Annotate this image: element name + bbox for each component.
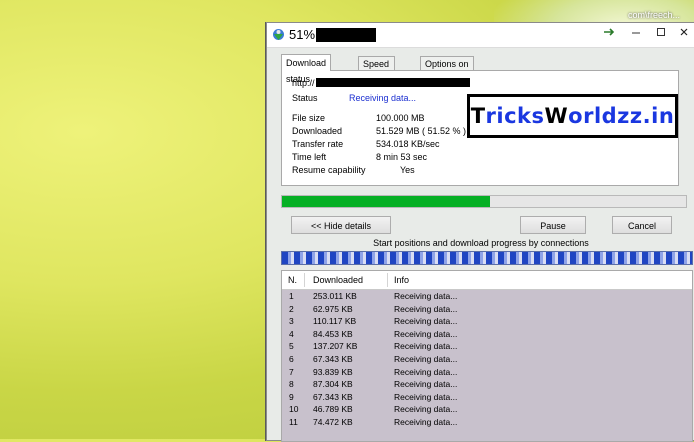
table-header: N. Downloaded Info [282,271,692,290]
file-size-value: 100.000 MB [376,113,425,123]
downloaded-value: 51.529 MB ( 51.52 % ) [376,126,467,136]
url-redaction [316,78,470,87]
table-row[interactable]: 4 84.453 KB Receiving data... [282,328,692,341]
close-icon[interactable] [675,25,693,43]
row-info: Receiving data... [394,416,458,427]
column-divider[interactable] [387,273,388,287]
row-info: Receiving data... [394,379,458,390]
window-title: 51% [289,27,316,42]
pin-icon[interactable] [600,26,618,44]
connections-progress-bar [281,251,693,265]
column-divider[interactable] [304,273,305,287]
row-info: Receiving data... [394,328,458,339]
row-number: 11 [289,416,298,427]
row-info: Receiving data... [394,353,458,364]
table-row[interactable]: 9 67.343 KB Receiving data... [282,391,692,404]
resume-capability-value: Yes [400,165,415,175]
table-row[interactable]: 10 46.789 KB Receiving data... [282,403,692,416]
row-number: 9 [289,391,294,402]
row-downloaded: 74.472 KB [313,416,353,427]
row-number: 3 [289,316,294,327]
row-number: 6 [289,353,294,364]
hide-details-button[interactable]: << Hide details [291,216,391,234]
table-row[interactable]: 6 67.343 KB Receiving data... [282,353,692,366]
tab-options-on-completion[interactable]: Options on completion [420,56,474,83]
row-info: Receiving data... [394,303,458,314]
row-downloaded: 137.207 KB [313,341,358,352]
row-number: 1 [289,291,294,301]
status-value: Receiving data... [349,93,417,103]
table-row[interactable]: 2 62.975 KB Receiving data... [282,303,692,316]
table-row[interactable]: 1 253.011 KB Receiving data... [282,290,692,303]
column-header-downloaded[interactable]: Downloaded [313,275,363,285]
row-downloaded: 67.343 KB [313,353,353,364]
watermark-part: .in [642,104,675,128]
row-number: 4 [289,328,294,339]
row-number: 2 [289,303,294,314]
transfer-rate-value: 534.018 KB/sec [376,139,440,149]
table-row[interactable]: 7 93.839 KB Receiving data... [282,366,692,379]
cancel-button[interactable]: Cancel [612,216,672,234]
transfer-rate-label: Transfer rate [292,139,344,149]
row-info: Receiving data... [394,391,458,402]
connections-caption: Start positions and download progress by… [373,238,589,248]
row-info: Receiving data... [394,366,458,377]
row-downloaded: 67.343 KB [313,391,353,402]
desktop-shortcut-label[interactable]: com\freech... [628,10,680,20]
column-header-info[interactable]: Info [394,275,409,285]
tab-speed-limiter[interactable]: Speed Limiter [358,56,395,83]
pause-button[interactable]: Pause [520,216,586,234]
row-info: Receiving data... [394,316,458,327]
row-number: 5 [289,341,294,352]
watermark-part: ricks [485,104,545,128]
time-left-value: 8 min 53 sec [376,152,428,162]
download-manager-icon [272,28,285,41]
resume-capability-label: Resume capability [292,165,366,175]
table-body: 1 253.011 KB Receiving data... 2 62.975 KB Re… [282,290,692,441]
row-downloaded: 62.975 KB [313,303,353,314]
row-downloaded: 110.117 KB [313,316,357,327]
progress-fill [282,196,491,207]
row-downloaded: 93.839 KB [313,366,353,377]
maximize-icon[interactable] [652,25,670,43]
file-size-label: File size [292,113,326,123]
status-label: Status [292,93,318,103]
row-downloaded: 46.789 KB [313,404,353,415]
time-left-label: Time left [292,152,327,162]
row-downloaded: 253.011 KB [313,291,357,301]
row-downloaded: 84.453 KB [313,328,353,339]
row-number: 10 [289,404,299,415]
table-row[interactable]: 5 137.207 KB Receiving data... [282,340,692,353]
title-redaction [316,28,376,42]
watermark-part: orldzz [568,104,643,128]
column-header-number[interactable]: N. [288,275,297,285]
tab-download-status[interactable]: Download status [281,54,332,84]
table-row[interactable]: 3 110.117 KB Receiving data... [282,315,692,328]
download-progress-bar [281,195,687,208]
watermark-part: W [544,104,569,128]
watermark-logo: Tricks Worldzz .in [467,94,678,138]
connections-table[interactable]: N. Downloaded Info 1 253.011 KB Receiving … [281,270,693,442]
row-info: Receiving data... [394,404,458,415]
title-bar[interactable]: 51% [267,23,694,48]
row-info: Receiving data... [394,341,458,352]
download-window: 51% Download status Speed Limiter Option… [266,22,694,442]
watermark-part: T [470,104,486,128]
table-row[interactable]: 8 87.304 KB Receiving data... [282,378,692,391]
minimize-icon[interactable] [627,25,645,43]
row-number: 8 [289,379,294,390]
table-row[interactable]: 11 74.472 KB Receiving data... [282,416,692,429]
row-downloaded: 87.304 KB [313,379,353,390]
downloaded-label: Downloaded [292,126,343,136]
row-info: Receiving data... [394,291,458,301]
row-number: 7 [289,366,294,377]
